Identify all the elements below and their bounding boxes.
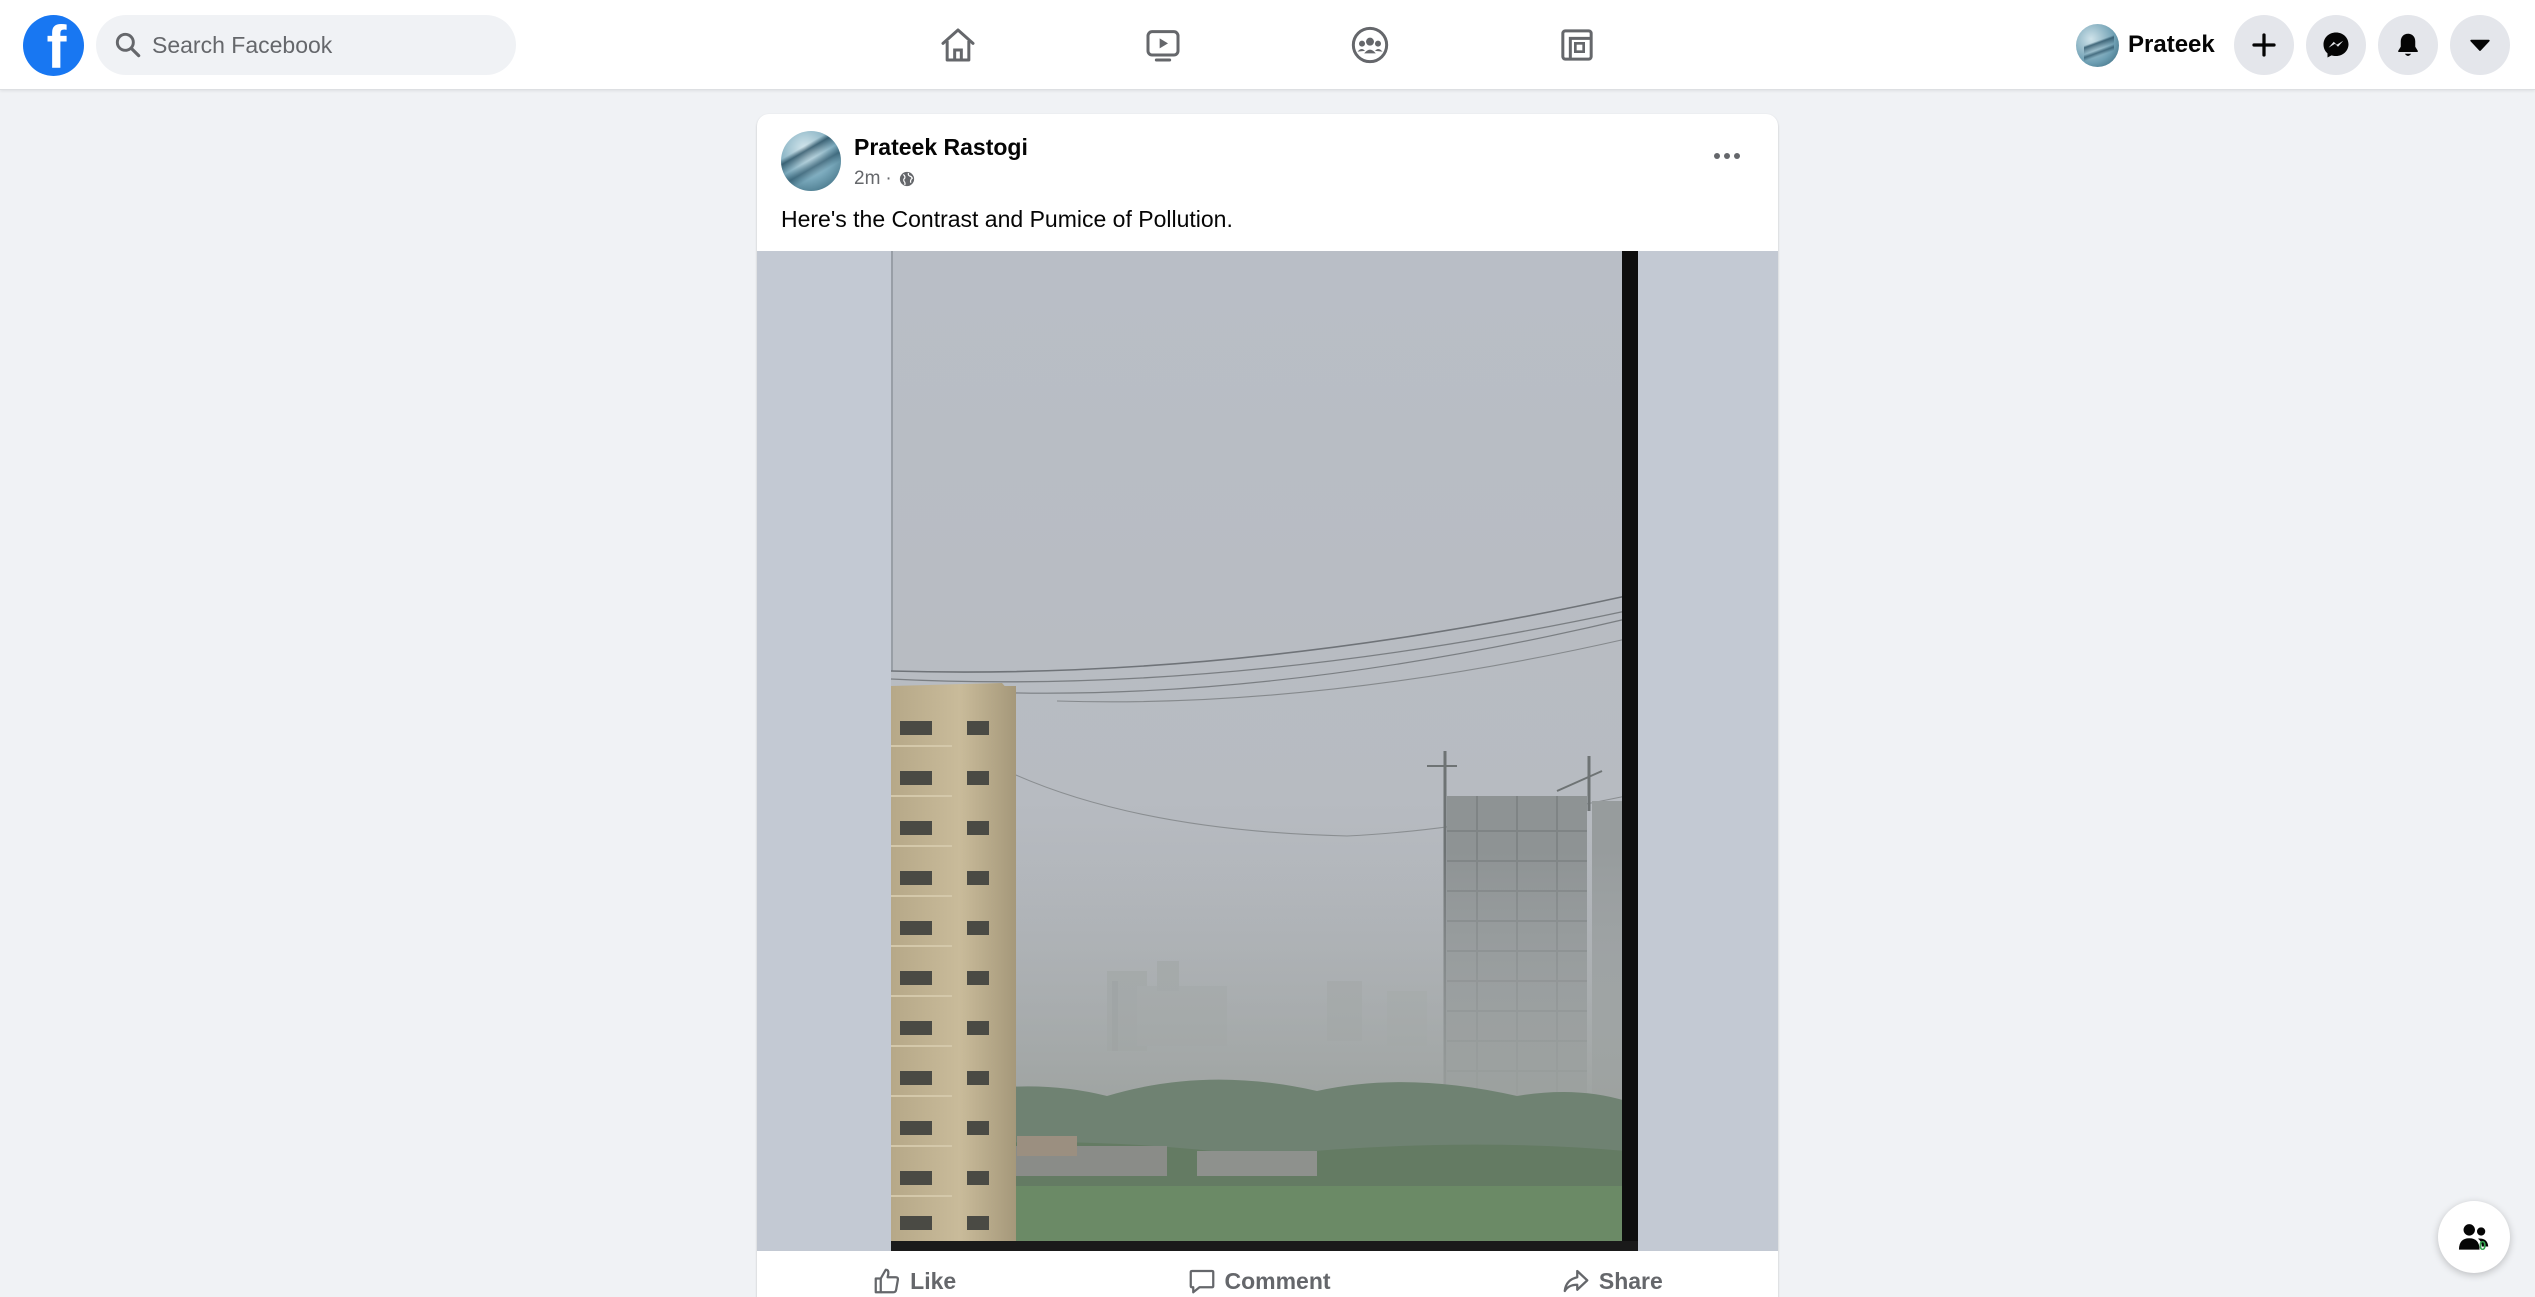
chevron-down-icon (2470, 39, 2490, 51)
online-count-badge: 0 (2479, 1238, 2487, 1253)
like-label: Like (910, 1267, 957, 1294)
comment-button[interactable]: Comment (1147, 1256, 1371, 1297)
share-icon (1563, 1269, 1589, 1293)
messenger-icon (2323, 32, 2349, 58)
messenger-button[interactable] (2306, 15, 2366, 75)
contacts-chat-button[interactable]: 0 (2438, 1201, 2510, 1273)
bell-icon (2398, 33, 2418, 56)
nav-home-tab[interactable] (906, 18, 1010, 72)
post-timestamp[interactable]: 2m (854, 168, 880, 190)
post-meta: 2m · (854, 168, 916, 190)
search-bar[interactable] (96, 15, 516, 75)
post-author-avatar[interactable] (781, 131, 841, 191)
like-button[interactable]: Like (832, 1256, 996, 1297)
profile-shortcut[interactable]: Prateek (2068, 16, 2218, 74)
groups-icon (1351, 26, 1389, 64)
post-photo[interactable] (757, 251, 1778, 1251)
post-options-button[interactable] (1699, 134, 1755, 178)
account-menu-button[interactable] (2450, 15, 2510, 75)
post-action-bar: Like Comment Share (757, 1251, 1778, 1297)
create-button[interactable] (2234, 15, 2294, 75)
globe-icon[interactable] (898, 170, 916, 188)
profile-name: Prateek (2128, 31, 2215, 58)
post-author-name[interactable]: Prateek Rastogi (854, 134, 1028, 161)
thumbs-up-icon (874, 1268, 900, 1294)
avatar (2076, 23, 2119, 67)
smoggy-cityscape-photo (890, 251, 1638, 1251)
more-horizontal-icon (1714, 153, 1740, 159)
nav-groups-tab[interactable] (1318, 18, 1422, 72)
people-icon (2458, 1224, 2489, 1250)
facebook-logo[interactable]: f (23, 15, 84, 76)
top-navigation-bar: f Search Facebook Prateek (0, 0, 2535, 90)
watch-icon (1146, 30, 1180, 62)
gaming-icon (1561, 29, 1593, 61)
search-icon (115, 32, 141, 58)
plus-icon (2252, 33, 2276, 57)
search-input[interactable] (152, 31, 492, 59)
post-card: Prateek Rastogi 2m · Here's the Contrast… (757, 114, 1778, 1297)
comment-label: Comment (1224, 1267, 1331, 1294)
post-caption: Here's the Contrast and Pumice of Pollut… (781, 206, 1233, 232)
meta-separator: · (885, 168, 892, 189)
notifications-button[interactable] (2378, 15, 2438, 75)
share-label: Share (1598, 1267, 1663, 1294)
home-icon (941, 28, 975, 62)
nav-gaming-tab[interactable] (1525, 18, 1629, 72)
share-button[interactable]: Share (1521, 1256, 1703, 1297)
comment-icon (1189, 1269, 1214, 1294)
nav-watch-tab[interactable] (1111, 18, 1215, 72)
